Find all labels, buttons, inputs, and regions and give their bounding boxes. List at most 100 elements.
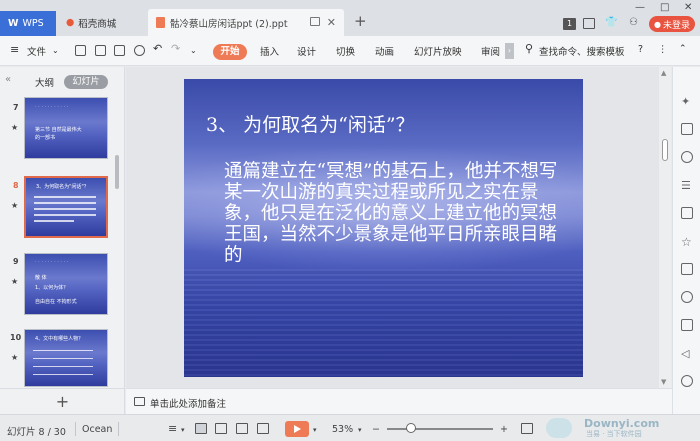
fit-window-icon[interactable]	[521, 423, 533, 434]
thumb-number: 10	[10, 333, 22, 342]
camera-icon[interactable]	[257, 423, 269, 434]
scroll-up-icon[interactable]: ▲	[661, 69, 666, 77]
zoom-in-button[interactable]: +	[500, 424, 508, 435]
thumb-text: · · · · · · · · · · ·	[35, 259, 69, 265]
file-menu[interactable]: 文件	[27, 44, 46, 58]
new-tab-plus-icon[interactable]: +	[354, 14, 367, 29]
close-tab-icon[interactable]: ✕	[327, 16, 336, 29]
magic-icon[interactable]: ✦	[681, 95, 693, 108]
print-icon[interactable]	[114, 45, 125, 56]
tab-outline[interactable]: 大纲	[35, 75, 54, 89]
panel-scrollbar[interactable]	[115, 155, 119, 189]
slide-thumbnail-8[interactable]: 3、为何取名为"闲话"？	[24, 176, 108, 238]
speaker-icon[interactable]: ◁	[681, 347, 693, 360]
divider	[75, 422, 76, 436]
close-window-icon[interactable]: ✕	[684, 2, 692, 13]
collapse-ribbon-icon[interactable]: ⌃	[679, 44, 687, 54]
help-icon[interactable]: ?	[638, 44, 643, 55]
slide-body-text[interactable]: 通篇建立在“冥想”的基石上，他并不想写某一次山游的真实过程或所见之实在景象，他只…	[224, 161, 564, 266]
menu-icon[interactable]: ≡	[10, 43, 19, 56]
tab-animation[interactable]: 动画	[375, 44, 394, 58]
slide-thumbnail-9[interactable]: · · · · · · · · · · · 散 体 1、以何为体？ 自由自在 不…	[24, 253, 108, 315]
scroll-down-icon[interactable]: ▼	[661, 378, 666, 386]
canvas-scrollbar[interactable]: ▲ ▼	[659, 67, 671, 388]
notes-area[interactable]: 单击此处添加备注	[126, 388, 672, 414]
notes-placeholder[interactable]: 单击此处添加备注	[150, 396, 226, 410]
minimize-icon[interactable]: —	[635, 2, 645, 13]
tab-slides[interactable]: 幻灯片	[64, 75, 108, 89]
export-icon[interactable]	[95, 45, 106, 56]
tab-store[interactable]: ● 稻壳商城	[58, 9, 146, 36]
add-slide-button[interactable]: +	[0, 388, 125, 414]
tab-start[interactable]: 开始	[213, 44, 247, 60]
zoom-level[interactable]: 53%	[332, 424, 353, 435]
star-icon: ★	[11, 201, 19, 210]
search-icon[interactable]: ⚲	[525, 42, 533, 55]
tab-transition[interactable]: 切换	[336, 44, 355, 58]
settings-sliders-icon[interactable]: ☰	[681, 179, 693, 192]
zoom-out-button[interactable]: −	[372, 424, 380, 435]
chevron-down-icon[interactable]: ⌄	[52, 46, 59, 55]
window-panel-icon[interactable]	[681, 263, 693, 275]
chevron-down-icon[interactable]: ▾	[358, 426, 362, 434]
help-circle-icon[interactable]	[681, 375, 693, 387]
chevron-down-icon[interactable]: ⌄	[190, 46, 197, 55]
user-icon[interactable]: ⚇	[629, 17, 638, 28]
slide-thumbnail-7[interactable]: · · · · · · · · · · · 第三节 自然是最伟大 的一部书	[24, 97, 108, 159]
image-edit-icon[interactable]	[681, 207, 693, 219]
page-badge[interactable]: 1	[563, 18, 576, 30]
play-slideshow-button[interactable]	[285, 421, 309, 437]
theme-name[interactable]: Ocean	[82, 424, 112, 435]
zoom-slider-track[interactable]	[387, 428, 493, 430]
notes-toggle-icon[interactable]: ≡	[168, 422, 177, 435]
login-button[interactable]: ● 未登录	[649, 16, 695, 32]
layout-icon[interactable]	[583, 18, 595, 29]
reading-view-icon[interactable]	[236, 423, 248, 434]
slide-thumbnail-10[interactable]: 4、文中有哪些人物？	[24, 329, 108, 387]
tab-wps[interactable]: W WPS	[0, 11, 56, 36]
normal-view-icon[interactable]	[195, 423, 207, 434]
save-icon[interactable]	[75, 45, 86, 56]
thumb-number: 8	[13, 181, 19, 190]
collapse-panel-icon[interactable]: «	[5, 74, 11, 85]
thumb-text: 3、为何取名为"闲话"？	[36, 184, 89, 190]
ribbon-scroll-right[interactable]: ›	[505, 43, 514, 59]
tab-design[interactable]: 设计	[297, 44, 316, 58]
tab-slideshow[interactable]: 幻灯片放映	[414, 44, 462, 58]
redo-icon[interactable]: ↷	[171, 42, 180, 55]
tab-document[interactable]: 骷冷蔡山房闲话ppt (2).ppt ✕	[148, 9, 344, 36]
undo-icon[interactable]: ↶	[153, 42, 162, 55]
search-command[interactable]: 查找命令、搜索模板	[539, 44, 625, 58]
thumb-text: 的一部书	[35, 135, 56, 141]
star-icon: ★	[11, 353, 19, 362]
ribbon-toolbar: ≡ 文件 ⌄ ↶ ↷ ⌄ 开始 插入 设计 切换 动画 幻灯片放映 审阅 › ⚲…	[0, 36, 700, 66]
tab-document-label: 骷冷蔡山房闲话ppt (2).ppt	[170, 18, 288, 30]
picture-icon[interactable]	[681, 319, 693, 331]
chevron-down-icon[interactable]: ▾	[313, 426, 317, 434]
divider	[118, 422, 119, 436]
scroll-thumb[interactable]	[662, 139, 668, 161]
tab-insert[interactable]: 插入	[260, 44, 279, 58]
chevron-down-icon[interactable]: ▾	[181, 426, 185, 434]
shirt-icon[interactable]: 👕	[605, 17, 617, 28]
watermark-sub: 当易 · 当下软件园	[586, 430, 642, 438]
copy-icon[interactable]	[681, 123, 693, 135]
flame-icon: ●	[66, 17, 75, 28]
shape-icon[interactable]	[681, 151, 693, 163]
comment-icon	[134, 397, 145, 406]
preview-icon[interactable]	[134, 45, 145, 56]
current-slide[interactable]: 3、 为何取名为“闲话”？ 通篇建立在“冥想”的基石上，他并不想写某一次山游的真…	[184, 79, 583, 377]
slide-sorter-icon[interactable]	[215, 423, 227, 434]
sea-texture	[184, 269, 583, 377]
more-icon[interactable]: ⋮	[658, 44, 668, 55]
clock-icon[interactable]	[681, 291, 693, 303]
zoom-slider-knob[interactable]	[406, 423, 416, 433]
star-outline-icon[interactable]: ☆	[681, 235, 693, 249]
thumb-line	[34, 214, 96, 216]
slide-title[interactable]: 3、 为何取名为“闲话”？	[206, 110, 415, 137]
tab-review[interactable]: 审阅	[481, 44, 500, 58]
wps-logo-icon: W	[8, 18, 19, 29]
window-icon[interactable]	[310, 17, 320, 26]
slide-canvas: 3、 为何取名为“闲话”？ 通篇建立在“冥想”的基石上，他并不想写某一次山游的真…	[126, 67, 659, 388]
maximize-icon[interactable]: □	[660, 2, 669, 13]
